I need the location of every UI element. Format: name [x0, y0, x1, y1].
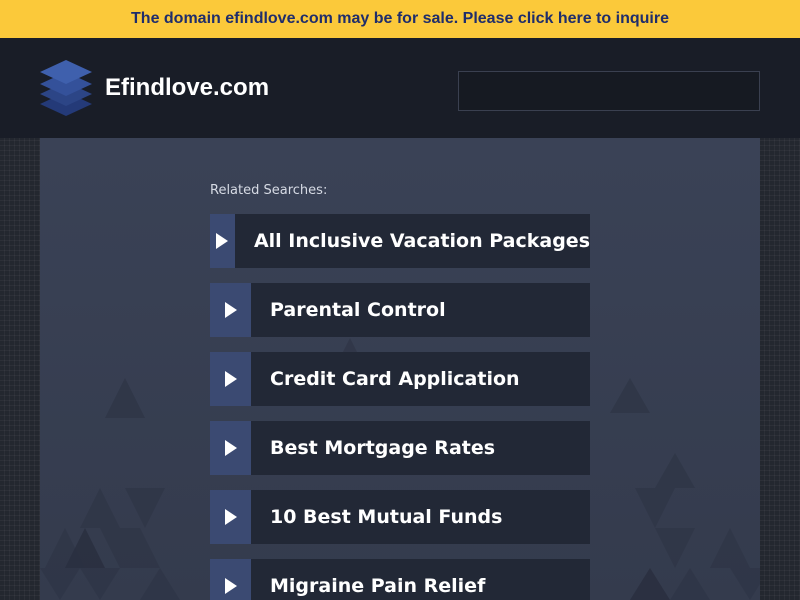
related-link-item[interactable]: Parental Control [210, 283, 590, 337]
related-searches-label: Related Searches: [210, 183, 328, 198]
related-link-item[interactable]: Best Mortgage Rates [210, 421, 590, 475]
play-arrow-icon [210, 352, 251, 406]
play-arrow-icon [210, 559, 251, 600]
related-link-item[interactable]: All Inclusive Vacation Packages [210, 214, 590, 268]
related-link-label[interactable]: Migraine Pain Relief [251, 559, 590, 600]
search-input[interactable] [459, 72, 759, 110]
related-link-item[interactable]: 10 Best Mutual Funds [210, 490, 590, 544]
play-arrow-icon [210, 490, 251, 544]
search-box[interactable] [458, 71, 760, 111]
play-arrow-icon [210, 214, 235, 268]
related-link-item[interactable]: Migraine Pain Relief [210, 559, 590, 600]
related-link-label[interactable]: Parental Control [251, 283, 590, 337]
related-link-label[interactable]: Credit Card Application [251, 352, 590, 406]
related-link-item[interactable]: Credit Card Application [210, 352, 590, 406]
related-link-label[interactable]: All Inclusive Vacation Packages [234, 214, 590, 268]
site-header: Efindlove.com [0, 38, 800, 138]
main-content: Related Searches: All Inclusive Vacation… [40, 138, 760, 600]
related-link-label[interactable]: Best Mortgage Rates [251, 421, 590, 475]
stacked-layers-icon [40, 60, 92, 116]
side-pattern-right [760, 138, 800, 600]
play-arrow-icon [210, 283, 251, 337]
site-title: Efindlove.com [105, 74, 270, 101]
play-arrow-icon [210, 421, 251, 475]
for-sale-link[interactable]: The domain efindlove.com may be for sale… [131, 10, 669, 28]
for-sale-banner: The domain efindlove.com may be for sale… [0, 0, 800, 38]
related-link-label[interactable]: 10 Best Mutual Funds [251, 490, 590, 544]
side-pattern-left [0, 138, 40, 600]
